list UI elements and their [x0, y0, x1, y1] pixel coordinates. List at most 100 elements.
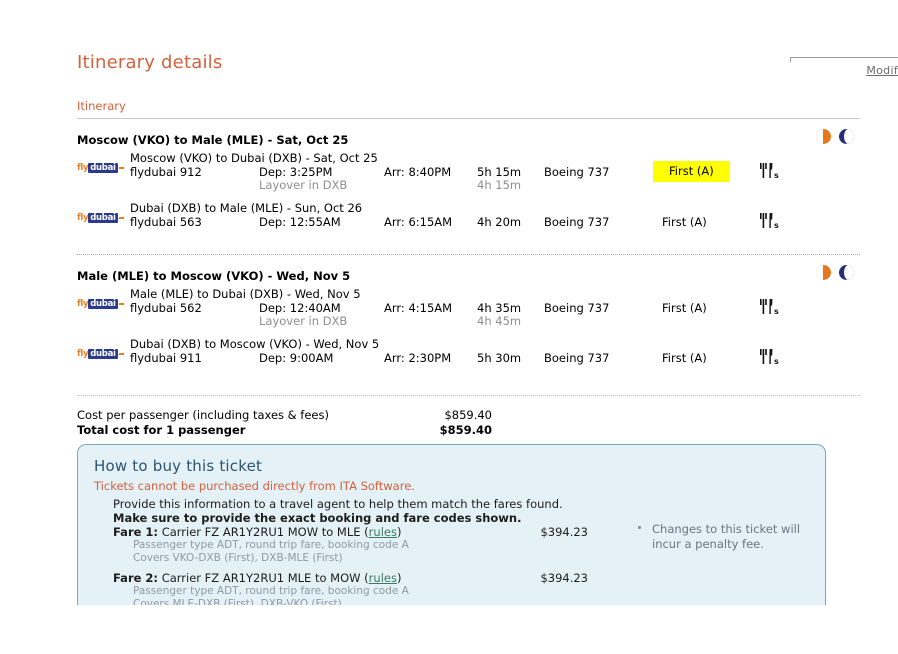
logo-dubai-text: dubai — [88, 213, 118, 223]
svg-text:s: s — [774, 307, 779, 316]
leg-flight-number: flydubai 563 — [130, 215, 202, 229]
itinerary-section-label: Itinerary — [77, 99, 126, 113]
purchase-warning: Tickets cannot be purchased directly fro… — [94, 479, 415, 493]
leg-duration: 4h 20m — [477, 215, 522, 229]
svg-text:s: s — [774, 221, 779, 230]
logo-fly-text: fly — [77, 163, 89, 173]
svg-text:s: s — [774, 357, 779, 366]
leg-duration: 5h 15m — [477, 165, 522, 179]
fare-headline: Fare 2: Carrier FZ AR1Y2RU1 MLE to MOW (… — [113, 571, 402, 585]
fare-detail-covers: Covers MLE-DXB (First), DXB-VKO (First) — [133, 598, 342, 605]
fare-entry: Fare 2: Carrier FZ AR1Y2RU1 MLE to MOW (… — [113, 571, 809, 605]
flight-leg: fly dubai Dubai (DXB) to Moscow (VKO) - W… — [77, 337, 860, 379]
cost-divider — [77, 395, 860, 396]
itinerary-slice: Moscow (VKO) to Male (MLE) - Sat, Oct 25… — [77, 119, 860, 243]
leg-duration: 5h 30m — [477, 351, 522, 365]
leg-departure-time: Dep: 12:55AM — [259, 215, 341, 229]
fare-label: Fare 1: — [113, 525, 159, 539]
leg-duration: 4h 35m — [477, 301, 522, 315]
page-header: Itinerary details Modif — [77, 52, 898, 77]
logo-dubai-text: dubai — [88, 299, 118, 309]
page-title: Itinerary details — [77, 52, 223, 73]
modify-rule — [790, 57, 898, 62]
cost-total-label: Total cost for 1 passenger — [77, 423, 246, 437]
fare-detail-passenger: Passenger type ADT, round trip fare, boo… — [133, 585, 409, 597]
meal-snack-icon: s — [759, 298, 781, 316]
day-night-indicator — [816, 265, 858, 281]
moon-icon — [839, 265, 854, 280]
cost-row-per-passenger: Cost per passenger (including taxes & fe… — [77, 408, 860, 423]
leg-arrival-time: Arr: 6:15AM — [384, 215, 453, 229]
fare-rules-link[interactable]: rules — [369, 525, 397, 539]
leg-route: Male (MLE) to Dubai (DXB) - Wed, Nov 5 — [130, 287, 361, 301]
leg-arrival-time: Arr: 8:40PM — [384, 165, 452, 179]
day-night-indicator — [816, 129, 858, 145]
logo-swoosh-icon — [118, 166, 124, 169]
logo-dubai-text: dubai — [88, 349, 118, 359]
cost-summary: Cost per passenger (including taxes & fe… — [77, 408, 860, 442]
logo-swoosh-icon — [118, 216, 124, 219]
svg-text:s: s — [774, 171, 779, 180]
leg-cabin-class: First (A) — [653, 161, 730, 182]
leg-cabin-class: First (A) — [662, 351, 707, 365]
flydubai-logo: fly dubai — [77, 299, 124, 310]
logo-swoosh-icon — [118, 352, 124, 355]
leg-route: Dubai (DXB) to Male (MLE) - Sun, Oct 26 — [130, 201, 363, 215]
layover-duration: 4h 45m — [477, 314, 522, 328]
fare-price: $394.23 — [540, 525, 588, 539]
leg-flight-number: flydubai 562 — [130, 301, 202, 315]
leg-aircraft: Boeing 737 — [544, 165, 610, 179]
flight-leg: fly dubai Dubai (DXB) to Male (MLE) - Sun… — [77, 201, 860, 243]
leg-route: Moscow (VKO) to Dubai (DXB) - Sat, Oct 2… — [130, 151, 378, 165]
leg-departure-time: Dep: 12:40AM — [259, 301, 341, 315]
leg-aircraft: Boeing 737 — [544, 351, 610, 365]
layover-label: Layover in DXB — [259, 314, 348, 328]
fare-rules-link[interactable]: rules — [369, 571, 397, 585]
cost-per-passenger-label: Cost per passenger (including taxes & fe… — [77, 408, 329, 422]
meal-snack-icon: s — [759, 348, 781, 366]
leg-arrival-time: Arr: 2:30PM — [384, 351, 452, 365]
sun-icon — [816, 265, 831, 280]
itinerary-slice: Male (MLE) to Moscow (VKO) - Wed, Nov 5 … — [77, 255, 860, 379]
leg-cabin-class: First (A) — [662, 301, 707, 315]
moon-icon — [839, 129, 854, 144]
layover-duration: 4h 15m — [477, 178, 522, 192]
modify-control[interactable]: Modif — [790, 57, 898, 77]
leg-flight-number: flydubai 912 — [130, 165, 202, 179]
leg-flight-number: flydubai 911 — [130, 351, 202, 365]
slice-heading: Male (MLE) to Moscow (VKO) - Wed, Nov 5 — [77, 269, 351, 283]
penalty-note: Changes to this ticket will incur a pena… — [638, 522, 813, 552]
flydubai-logo: fly dubai — [77, 163, 124, 174]
fare-price: $394.23 — [540, 571, 588, 585]
logo-fly-text: fly — [77, 213, 89, 223]
leg-arrival-time: Arr: 4:15AM — [384, 301, 453, 315]
logo-fly-text: fly — [77, 299, 89, 309]
logo-fly-text: fly — [77, 349, 89, 359]
itinerary-details-page: Itinerary details Modif Itinerary Moscow… — [0, 0, 898, 654]
flydubai-logo: fly dubai — [77, 213, 124, 224]
leg-departure-time: Dep: 3:25PM — [259, 165, 333, 179]
fare-label: Fare 2: — [113, 571, 159, 585]
flight-leg: fly dubai Male (MLE) to Dubai (DXB) - Wed… — [77, 287, 860, 329]
page-content: Itinerary details Modif Itinerary Moscow… — [77, 52, 898, 442]
logo-swoosh-icon — [118, 302, 124, 305]
leg-aircraft: Boeing 737 — [544, 301, 610, 315]
leg-cabin-class: First (A) — [662, 215, 707, 229]
leg-route: Dubai (DXB) to Moscow (VKO) - Wed, Nov 5 — [130, 337, 380, 351]
meal-snack-icon: s — [759, 162, 781, 180]
fare-detail-covers: Covers VKO-DXB (First), DXB-MLE (First) — [133, 552, 343, 564]
fare-description: Carrier FZ AR1Y2RU1 MLE to MOW — [161, 571, 361, 585]
bullet-icon — [638, 526, 641, 529]
cost-total-amount: $859.40 — [439, 423, 492, 437]
penalty-note-text: Changes to this ticket will incur a pena… — [652, 522, 801, 551]
cost-row-total: Total cost for 1 passenger $859.40 — [77, 423, 860, 438]
flight-leg: fly dubai Moscow (VKO) to Dubai (DXB) - S… — [77, 151, 860, 193]
fare-description: Carrier FZ AR1Y2RU1 MOW to MLE — [161, 525, 361, 539]
modify-link[interactable]: Modif — [866, 64, 898, 77]
logo-dubai-text: dubai — [88, 163, 118, 173]
how-to-buy-panel: How to buy this ticket Tickets cannot be… — [77, 444, 826, 605]
layover-label: Layover in DXB — [259, 178, 348, 192]
how-to-buy-title: How to buy this ticket — [94, 457, 263, 475]
meal-snack-icon: s — [759, 212, 781, 230]
